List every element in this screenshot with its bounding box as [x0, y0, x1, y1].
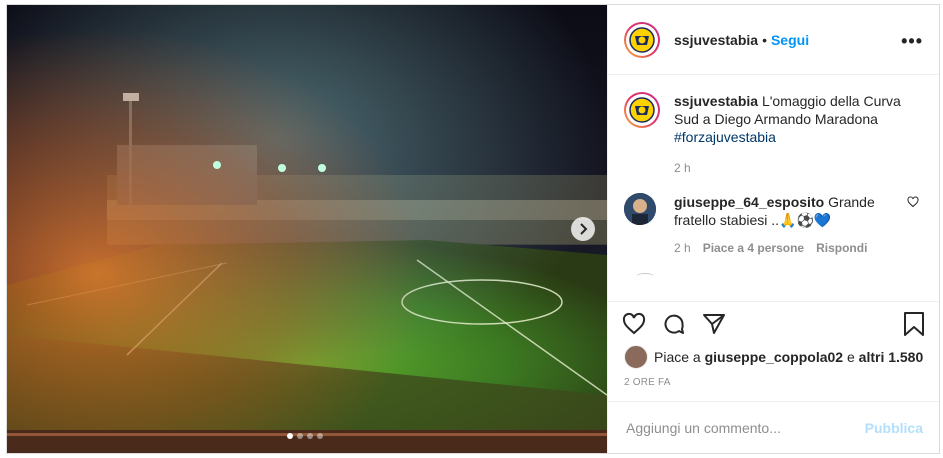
caption-text: ssjuvestabia L'omaggio della Curva Sud a… [674, 92, 919, 146]
likes-connector: e [846, 349, 855, 365]
comment-age[interactable]: 2 h [674, 241, 691, 255]
comment-text: giuseppe_64_esposito Grande fratello sta… [674, 193, 894, 229]
comment-item: giuseppe_64_esposito Grande fratello sta… [624, 193, 923, 229]
caption-row: ssjuvestabia L'omaggio della Curva Sud a… [624, 92, 923, 146]
separator-dot: • [762, 31, 767, 48]
likes-summary: Piace a giuseppe_coppola02 e altri 1.580 [624, 345, 923, 369]
caption-age[interactable]: 2 h [674, 161, 923, 175]
like-heart-icon[interactable] [622, 312, 646, 336]
action-bar [608, 301, 939, 346]
post-photo[interactable] [7, 5, 607, 453]
likes-others[interactable]: altri 1.580 [859, 349, 924, 365]
chevron-right-icon [580, 223, 588, 235]
stadium-photo [7, 5, 607, 453]
user-photo-icon [624, 193, 656, 225]
share-paper-plane-icon[interactable] [702, 312, 726, 336]
comment-likes-count[interactable]: Piace a 4 persone [703, 241, 804, 255]
loading-spinner [636, 273, 654, 280]
caption-username[interactable]: ssjuvestabia [674, 93, 758, 109]
instagram-post-modal: ssjuvestabia • Segui ••• ssjuvestabia L'… [6, 4, 940, 454]
header-username[interactable]: ssjuvestabia [674, 32, 758, 48]
reply-button[interactable]: Rispondi [816, 241, 867, 255]
follow-button[interactable]: Segui [771, 32, 809, 48]
next-photo-button[interactable] [571, 217, 595, 241]
more-options-icon[interactable]: ••• [901, 31, 923, 52]
comments-section: ssjuvestabia L'omaggio della Curva Sud a… [608, 76, 939, 301]
caption-avatar[interactable] [624, 92, 660, 128]
carousel-dots [287, 433, 323, 439]
carousel-dot [317, 433, 323, 439]
comment-avatar[interactable] [624, 193, 656, 225]
profile-avatar[interactable] [624, 21, 660, 58]
carousel-dot [287, 433, 293, 439]
post-timestamp[interactable]: 2 ORE FA [624, 377, 671, 388]
carousel-dot [297, 433, 303, 439]
comment-meta: 2 h Piace a 4 persone Rispondi [674, 241, 923, 255]
comment-input[interactable] [624, 418, 865, 437]
publish-button[interactable]: Pubblica [865, 420, 923, 436]
liker-avatar[interactable] [624, 345, 648, 369]
post-header: ssjuvestabia • Segui ••• [608, 5, 939, 75]
comment-bubble-icon[interactable] [662, 312, 686, 336]
post-sidebar: ssjuvestabia • Segui ••• ssjuvestabia L'… [607, 5, 939, 453]
club-logo-icon [629, 26, 655, 53]
add-comment-bar: Pubblica [608, 401, 939, 453]
carousel-dot [307, 433, 313, 439]
bookmark-icon[interactable] [903, 312, 925, 336]
club-logo-icon [629, 97, 655, 123]
likes-user[interactable]: giuseppe_coppola02 [705, 349, 843, 365]
likes-prefix: Piace a [654, 349, 701, 365]
caption-hashtag[interactable]: #forzajuvestabia [674, 129, 776, 145]
comment-like-icon[interactable] [907, 195, 919, 213]
comment-username[interactable]: giuseppe_64_esposito [674, 194, 824, 210]
